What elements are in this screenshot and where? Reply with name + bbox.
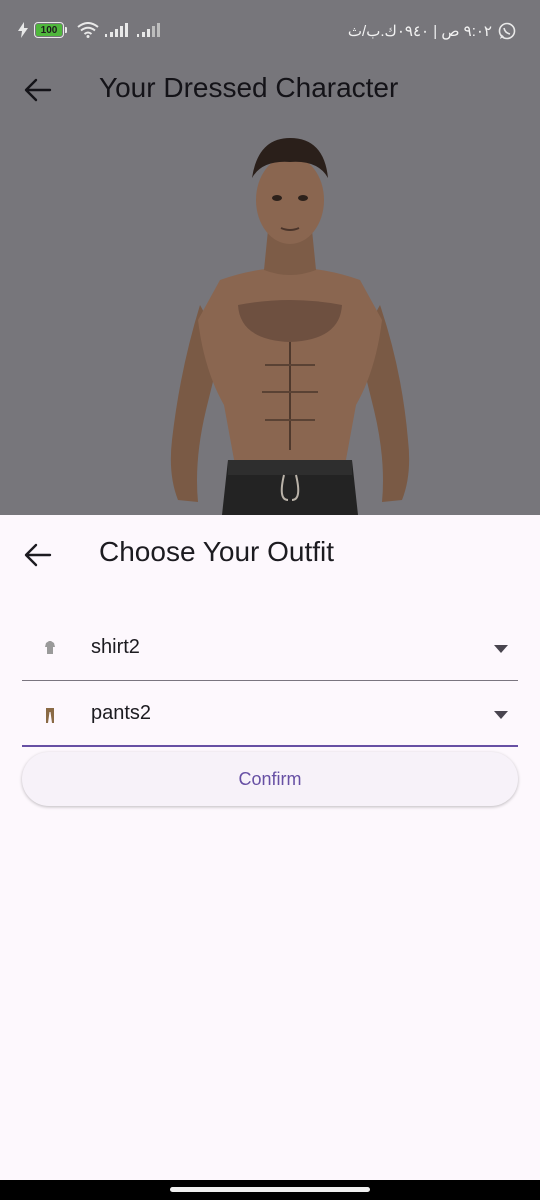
battery-tip	[65, 27, 67, 33]
battery-icon: 100	[34, 22, 64, 38]
signal-icon	[105, 23, 128, 37]
battery-level: 100	[40, 24, 58, 36]
status-time: ٩:٠٢ ص | ٠٩٤٠ك.ب/ث	[347, 23, 492, 40]
home-indicator[interactable]	[170, 1187, 370, 1192]
outfit-sheet: Choose Your Outfit shirt2 pants2 Confirm	[0, 515, 540, 1180]
shirt-selected-value: shirt2	[91, 636, 140, 658]
shirt-icon	[45, 641, 55, 654]
whatsapp-icon	[498, 22, 516, 40]
top-app-bar: Your Dressed Character	[0, 64, 540, 116]
system-nav-bar	[0, 1180, 540, 1200]
wifi-icon	[77, 22, 99, 38]
confirm-button[interactable]: Confirm	[22, 752, 518, 806]
page-title: Your Dressed Character	[99, 72, 399, 103]
pants-selected-value: pants2	[91, 702, 152, 724]
signal-icon-2	[137, 23, 160, 37]
status-bar: 100 ٩:٠٢ ص | ٠٩٤٠ك.ب/ث	[0, 0, 540, 64]
sheet-title: Choose Your Outfit	[99, 536, 335, 567]
status-icons-left: 100	[18, 22, 163, 38]
shirt-dropdown[interactable]: shirt2	[22, 619, 518, 681]
dropdown-arrow-icon[interactable]	[494, 711, 508, 719]
pants-icon	[46, 708, 54, 723]
arrow-back-icon[interactable]	[24, 77, 52, 103]
charging-bolt-icon	[18, 22, 28, 38]
status-right: ٩:٠٢ ص | ٠٩٤٠ك.ب/ث	[348, 22, 516, 40]
sheet-header: Choose Your Outfit	[0, 533, 540, 577]
character-figure	[170, 138, 410, 515]
arrow-back-icon[interactable]	[24, 542, 52, 568]
pants-dropdown[interactable]: pants2	[22, 685, 518, 747]
character-preview-area: 100 ٩:٠٢ ص | ٠٩٤٠ك.ب/ث Your Dressed Char…	[0, 0, 540, 515]
dropdown-arrow-icon[interactable]	[494, 645, 508, 653]
